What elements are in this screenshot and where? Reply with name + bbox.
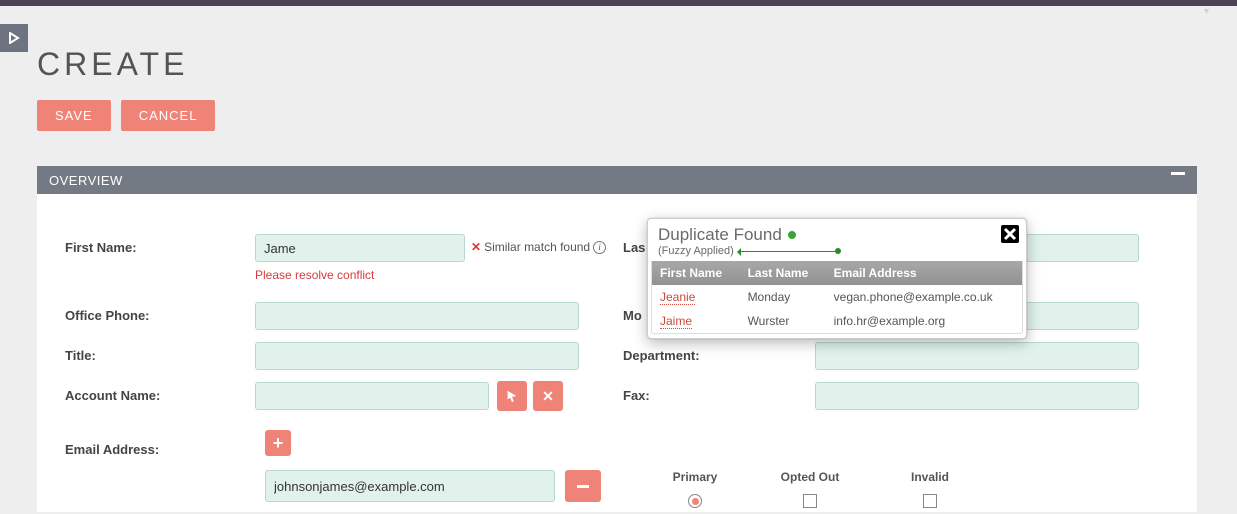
dup-th-lastname: Last Name <box>740 261 826 285</box>
run-button[interactable] <box>0 24 28 52</box>
dup-fn-1: Jaime <box>660 314 692 329</box>
page-title: CREATE <box>37 46 188 83</box>
optedout-label: Opted Out <box>775 470 845 484</box>
plus-icon: + <box>273 433 284 454</box>
optedout-checkbox[interactable] <box>803 494 817 508</box>
label-last-name: Las <box>623 240 645 255</box>
dup-ln-1: Wurster <box>740 309 826 333</box>
dup-th-email: Email Address <box>826 261 1022 285</box>
optedout-column: Opted Out <box>775 470 845 508</box>
dup-title: Duplicate Found <box>658 225 782 245</box>
dup-th-firstname: First Name <box>652 261 740 285</box>
dup-em-1: info.hr@example.org <box>826 309 1022 333</box>
collapse-icon[interactable] <box>1171 172 1185 175</box>
dup-subtitle: (Fuzzy Applied) <box>658 245 734 257</box>
first-name-input[interactable] <box>255 234 465 262</box>
invalid-label: Invalid <box>900 470 960 484</box>
status-dot-icon <box>788 231 796 239</box>
label-office-phone: Office Phone: <box>65 308 150 323</box>
panel-header-overview[interactable]: OVERVIEW <box>37 166 1197 194</box>
arrow-line-icon <box>738 251 838 252</box>
department-input[interactable] <box>815 342 1139 370</box>
label-department: Department: <box>623 348 700 363</box>
similar-match-text: Similar match found <box>484 240 590 254</box>
email-input[interactable] <box>265 470 555 502</box>
close-icon <box>1000 224 1020 244</box>
label-mobile: Mo <box>623 308 642 323</box>
top-bar <box>0 0 1237 6</box>
account-name-input[interactable] <box>255 382 489 410</box>
add-email-button[interactable]: + <box>265 430 291 456</box>
cursor-icon <box>505 389 519 403</box>
office-phone-input[interactable] <box>255 302 579 330</box>
primary-label: Primary <box>665 470 725 484</box>
remove-email-button[interactable] <box>565 470 601 502</box>
invalid-checkbox[interactable] <box>923 494 937 508</box>
label-fax: Fax: <box>623 388 650 403</box>
account-clear-button[interactable]: ✕ <box>533 381 563 411</box>
label-account-name: Account Name: <box>65 388 160 403</box>
duplicate-found-popup: Duplicate Found (Fuzzy Applied) First Na… <box>647 218 1027 339</box>
title-input[interactable] <box>255 342 579 370</box>
duplicate-table: First Name Last Name Email Address Jeani… <box>652 261 1022 333</box>
action-row: SAVE CANCEL <box>37 100 215 131</box>
info-icon[interactable]: i <box>593 241 606 254</box>
table-row[interactable]: Jaime Wurster info.hr@example.org <box>652 309 1022 333</box>
invalid-column: Invalid <box>900 470 960 508</box>
label-title: Title: <box>65 348 96 363</box>
dup-ln-0: Monday <box>740 285 826 309</box>
play-icon <box>8 32 20 44</box>
save-button[interactable]: SAVE <box>37 100 111 131</box>
primary-column: Primary <box>665 470 725 508</box>
popup-close-button[interactable] <box>1000 224 1020 244</box>
dup-em-0: vegan.phone@example.co.uk <box>826 285 1022 309</box>
panel-title: OVERVIEW <box>49 173 123 188</box>
table-row[interactable]: Jeanie Monday vegan.phone@example.co.uk <box>652 285 1022 309</box>
minus-icon <box>577 485 589 488</box>
topbar-dropdown-icon[interactable]: ▾ <box>1204 6 1209 17</box>
label-first-name: First Name: <box>65 240 137 255</box>
x-icon: ✕ <box>471 240 481 254</box>
account-select-button[interactable] <box>497 381 527 411</box>
x-icon: ✕ <box>542 388 554 405</box>
primary-radio[interactable] <box>688 494 702 508</box>
fax-input[interactable] <box>815 382 1139 410</box>
similar-match-msg: ✕ Similar match found i <box>471 240 606 254</box>
cancel-button[interactable]: CANCEL <box>121 100 216 131</box>
dup-fn-0: Jeanie <box>660 290 695 305</box>
label-email: Email Address: <box>65 442 159 457</box>
conflict-msg: Please resolve conflict <box>255 268 374 282</box>
